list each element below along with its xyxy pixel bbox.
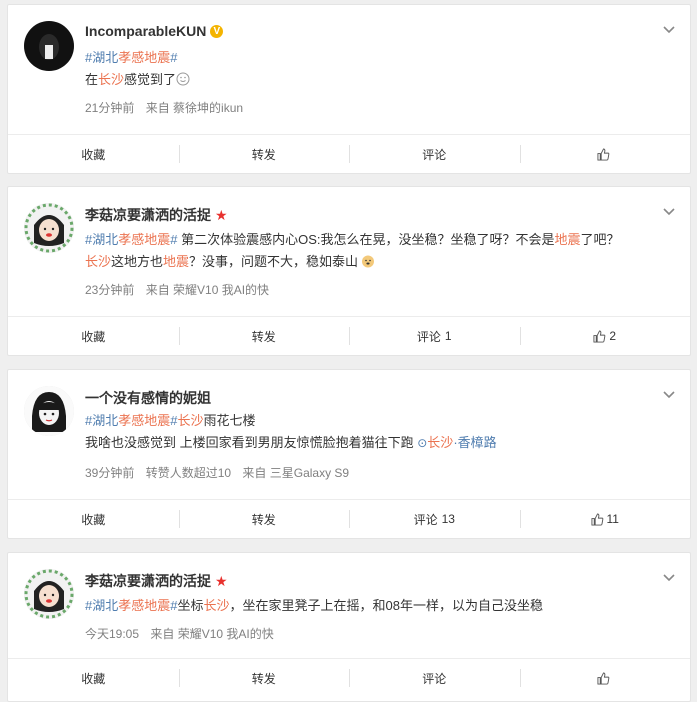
comment-button[interactable]: 评论: [349, 135, 520, 173]
chevron-down-icon[interactable]: [662, 23, 676, 37]
post-line: 我啥也没感觉到 上楼回家看到男朋友惊慌脸抱着猫往下跑 ⊙长沙·香樟路: [85, 435, 497, 450]
post-card: 李菇凉要潇洒的活捉 ★ #湖北孝感地震#坐标长沙，坐在家里凳子上在摇，和08年一…: [7, 552, 691, 702]
thumbs-up-icon: [597, 147, 610, 161]
post-source: 来自 荣耀V10 我AI的快: [150, 627, 274, 641]
like-button[interactable]: 2: [519, 317, 691, 355]
favorite-button[interactable]: 收藏: [8, 135, 179, 173]
location-keyword[interactable]: 长沙: [85, 254, 111, 269]
avatar[interactable]: [24, 386, 74, 436]
avatar[interactable]: [24, 21, 74, 71]
post-line: 长沙这地方也地震？没事，问题不大，稳如泰山: [85, 251, 670, 273]
location-link[interactable]: 长沙·香樟路: [427, 435, 496, 450]
post-meta: 今天19:05 来自 荣耀V10 我AI的快: [85, 625, 282, 642]
star-badge-icon: ★: [215, 573, 228, 589]
username[interactable]: 一个没有感情的妮姐: [85, 388, 211, 408]
chevron-down-icon[interactable]: [662, 388, 676, 402]
weibo-feed: IncomparableKUN V #湖北孝感地震# 在长沙感觉到了 21分钟前…: [0, 0, 697, 702]
post-source: 来自 荣耀V10 我AI的快: [145, 283, 270, 297]
thumbs-up-icon: [593, 329, 606, 343]
post-text: #湖北孝感地震#长沙雨花七楼 我啥也没感觉到 上楼回家看到男朋友惊慌脸抱着猫往下…: [85, 410, 670, 454]
location-keyword[interactable]: 长沙: [98, 72, 124, 87]
post-text: #湖北孝感地震# 在长沙感觉到了: [85, 47, 670, 91]
post-source: 来自 三星Galaxy S9: [242, 466, 350, 480]
reposts-note: 转赞人数超过10: [145, 466, 232, 480]
topic-link[interactable]: #湖北孝感地震#: [85, 413, 177, 428]
favorite-button[interactable]: 收藏: [8, 500, 179, 538]
repost-button[interactable]: 转发: [178, 317, 350, 355]
post-time[interactable]: 39分钟前: [85, 466, 134, 480]
avatar[interactable]: [24, 569, 74, 619]
post-time[interactable]: 23分钟前: [85, 283, 134, 297]
favorite-button[interactable]: 收藏: [8, 317, 179, 355]
repost-button[interactable]: 转发: [178, 500, 350, 538]
comment-count: 13: [441, 512, 455, 526]
post-text: #湖北孝感地震# 第二次体验震感内心OS:我怎么在晃，没坐稳？坐稳了呀？不会是地…: [85, 229, 670, 273]
action-bar: 收藏 转发 评论 1 2: [8, 316, 690, 355]
comment-button[interactable]: 评论 13: [349, 500, 520, 538]
action-bar: 收藏 转发 评论: [8, 658, 690, 697]
topic-link[interactable]: #湖北孝感地震#: [85, 598, 177, 613]
post-card: 一个没有感情的妮姐 #湖北孝感地震#长沙雨花七楼 我啥也没感觉到 上楼回家看到男…: [7, 369, 691, 539]
post-line: #湖北孝感地震#坐标长沙，坐在家里凳子上在摇，和08年一样，以为自己没坐稳: [85, 598, 543, 613]
comment-button[interactable]: 评论 1: [349, 317, 520, 355]
post-line: 在长沙感觉到了: [85, 69, 670, 91]
post-time[interactable]: 今天19:05: [85, 627, 139, 641]
post-time[interactable]: 21分钟前: [85, 101, 134, 115]
repost-button[interactable]: 转发: [178, 135, 350, 173]
like-button[interactable]: [519, 659, 691, 697]
post-source: 来自 蔡徐坤的ikun: [145, 101, 244, 115]
topic-link[interactable]: #湖北孝感地震#: [85, 232, 177, 247]
post-meta: 21分钟前 来自 蔡徐坤的ikun: [85, 99, 251, 116]
thumbs-up-icon: [597, 671, 610, 685]
star-badge-icon: ★: [215, 207, 228, 223]
like-button[interactable]: [519, 135, 691, 173]
location-pin-icon: ⊙: [417, 436, 428, 450]
topic-link[interactable]: #湖北孝感地震#: [85, 50, 177, 65]
action-bar: 收藏 转发 评论: [8, 134, 690, 173]
action-bar: 收藏 转发 评论 13 11: [8, 499, 690, 538]
verified-icon: V: [210, 24, 224, 38]
comment-button[interactable]: 评论: [349, 659, 520, 697]
post-card: IncomparableKUN V #湖北孝感地震# 在长沙感觉到了 21分钟前…: [7, 4, 691, 174]
post-line: #湖北孝感地震# 第二次体验震感内心OS:我怎么在晃，没坐稳？坐稳了呀？不会是地…: [85, 232, 620, 247]
repost-button[interactable]: 转发: [178, 659, 350, 697]
like-button[interactable]: 11: [519, 500, 691, 538]
smile-icon: [176, 72, 190, 86]
username[interactable]: IncomparableKUN V: [85, 23, 224, 39]
chevron-down-icon[interactable]: [662, 205, 676, 219]
like-count: 11: [606, 512, 619, 526]
favorite-button[interactable]: 收藏: [8, 659, 179, 697]
username[interactable]: 李菇凉要潇洒的活捉 ★: [85, 205, 228, 225]
thumbs-up-icon: [590, 512, 603, 526]
post-meta: 39分钟前 转赞人数超过10 来自 三星Galaxy S9: [85, 464, 357, 481]
comment-count: 1: [444, 329, 452, 343]
post-meta: 23分钟前 来自 荣耀V10 我AI的快: [85, 281, 277, 298]
post-text: #湖北孝感地震#坐标长沙，坐在家里凳子上在摇，和08年一样，以为自己没坐稳: [85, 595, 670, 617]
topic-line: #湖北孝感地震#: [85, 47, 670, 69]
post-card: 李菇凉要潇洒的活捉 ★ #湖北孝感地震# 第二次体验震感内心OS:我怎么在晃，没…: [7, 186, 691, 356]
chevron-down-icon[interactable]: [662, 571, 676, 585]
like-count: 2: [609, 329, 617, 343]
doge-emoji-icon: [362, 255, 375, 268]
avatar[interactable]: [24, 203, 74, 253]
username[interactable]: 李菇凉要潇洒的活捉 ★: [85, 571, 228, 591]
post-line: #湖北孝感地震#长沙雨花七楼: [85, 413, 256, 428]
